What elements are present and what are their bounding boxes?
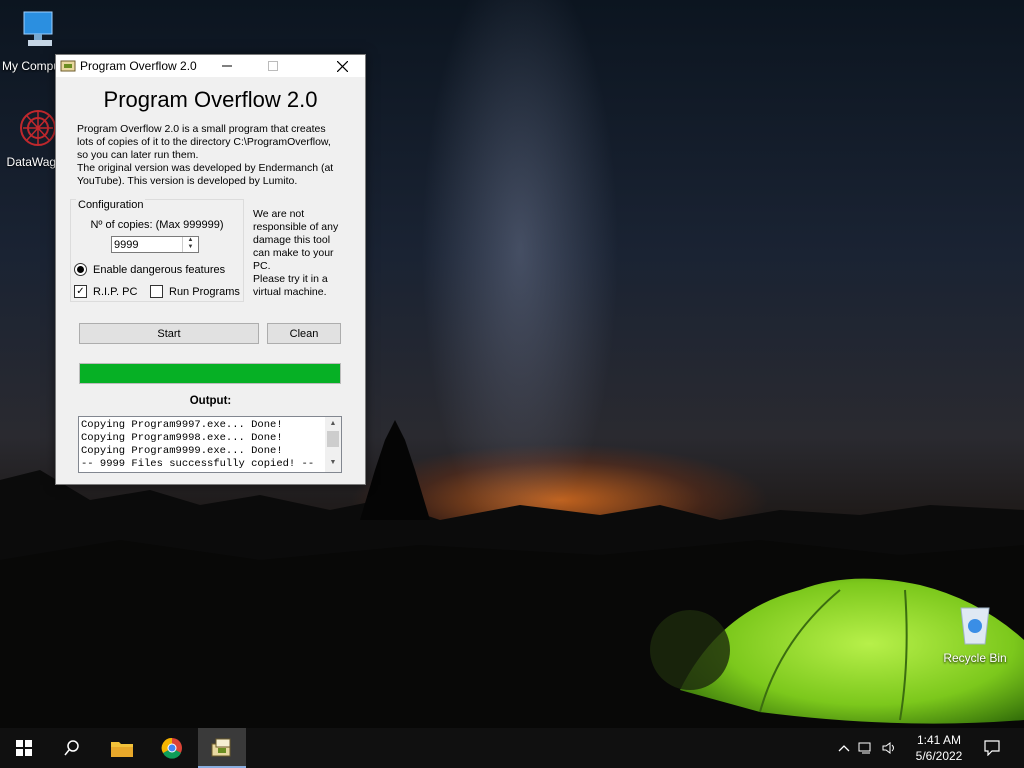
clock-time: 1:41 AM [916, 733, 962, 747]
run-programs-label: Run Programs [169, 285, 240, 298]
chevron-up-icon[interactable] [838, 743, 850, 753]
app-description: Program Overflow 2.0 is a small program … [77, 123, 357, 188]
description-line: Program Overflow 2.0 is a small program … [77, 123, 326, 135]
dangerous-features-label: Enable dangerous features [93, 263, 226, 276]
output-label: Output: [189, 395, 232, 407]
maximize-icon [268, 61, 278, 71]
app-icon [60, 60, 76, 72]
search-button[interactable] [48, 728, 96, 768]
radio-indicator[interactable] [74, 263, 87, 276]
copies-stepper[interactable]: ▲ ▼ [111, 236, 199, 253]
window-titlebar[interactable]: Program Overflow 2.0 [56, 55, 365, 77]
description-line: lots of copies of it to the directory C:… [77, 136, 331, 148]
disclaimer-line: virtual machine. [253, 286, 327, 298]
rip-pc-checkbox[interactable]: ✓ R.I.P. PC [74, 285, 137, 298]
configuration-legend: Configuration [76, 199, 146, 211]
file-explorer-icon [111, 742, 133, 757]
program-overflow-icon [211, 738, 231, 757]
desktop-icon-label: Recycle Bin [943, 651, 1007, 665]
datawagon-icon [20, 110, 56, 146]
volume-icon[interactable] [882, 741, 898, 755]
output-log[interactable]: Copying Program9997.exe... Done! Copying… [78, 416, 342, 473]
copies-label: Nº of copies: (Max 999999) [90, 219, 224, 231]
output-line: Copying Program9998.exe... Done! [81, 432, 283, 444]
close-icon [336, 60, 348, 72]
dangerous-features-radio[interactable]: Enable dangerous features [74, 263, 225, 276]
disclaimer-line: responsible of any [253, 221, 339, 233]
taskbar: 1:41 AM 5/6/2022 [0, 728, 1024, 768]
description-line: YouTube). This version is developed by L… [77, 175, 298, 187]
stepper-down-icon[interactable]: ▼ [183, 244, 198, 251]
disclaimer-text: We are not responsible of any damage thi… [253, 208, 353, 299]
chrome-icon [161, 737, 182, 759]
output-line: -- 9999 Files successfully copied! -- [81, 458, 315, 470]
computer-icon [23, 11, 53, 46]
checkbox-indicator[interactable] [150, 285, 163, 298]
copies-input[interactable] [112, 237, 186, 252]
minimize-icon [222, 65, 232, 67]
notification-icon [984, 740, 1000, 756]
close-button[interactable] [319, 55, 365, 77]
run-programs-checkbox[interactable]: Run Programs [150, 285, 240, 298]
scroll-up-icon[interactable]: ▲ [325, 417, 341, 431]
minimize-button[interactable] [204, 55, 250, 77]
notifications-button[interactable] [970, 728, 1014, 768]
rip-pc-label: R.I.P. PC [93, 285, 138, 298]
taskbar-clock[interactable]: 1:41 AM 5/6/2022 [908, 732, 970, 764]
start-icon [16, 740, 32, 756]
program-overflow-window: Program Overflow 2.0 Program Overflow 2.… [55, 54, 366, 485]
system-tray [838, 728, 898, 768]
output-scrollbar[interactable]: ▲ ▼ [325, 417, 341, 472]
desktop-icon-recycle-bin[interactable]: Recycle Bin [937, 602, 1013, 665]
clock-date: 5/6/2022 [915, 749, 963, 763]
file-explorer-button[interactable] [98, 728, 146, 768]
scroll-down-icon[interactable]: ▼ [325, 456, 341, 470]
window-title: Program Overflow 2.0 [80, 59, 197, 73]
scroll-thumb[interactable] [327, 431, 339, 447]
stepper-up-icon[interactable]: ▲ [183, 237, 198, 244]
disclaimer-line: damage this tool [253, 234, 331, 246]
disclaimer-line: PC. [253, 260, 271, 272]
output-line: Copying Program9999.exe... Done! [81, 445, 283, 457]
disclaimer-line: can make to your [253, 247, 334, 259]
start-button[interactable]: Start [79, 323, 259, 344]
recycle-bin-icon [960, 607, 990, 645]
maximize-button[interactable] [250, 55, 296, 77]
clean-button[interactable]: Clean [267, 323, 341, 344]
output-line: Copying Program9997.exe... Done! [81, 419, 283, 431]
disclaimer-line: Please try it in a [253, 273, 328, 285]
stepper-arrows[interactable]: ▲ ▼ [182, 237, 198, 252]
disclaimer-line: We are not [253, 208, 305, 220]
progress-fill [80, 364, 340, 383]
app-heading: Program Overflow 2.0 [103, 87, 318, 112]
program-overflow-taskbar-button[interactable] [198, 728, 246, 768]
chrome-button[interactable] [148, 728, 196, 768]
description-line: so you can later run them. [77, 149, 199, 161]
description-line: The original version was developed by En… [77, 162, 334, 174]
progress-bar [79, 363, 341, 384]
search-icon [64, 740, 79, 756]
network-icon[interactable] [858, 741, 874, 755]
checkbox-indicator[interactable]: ✓ [74, 285, 87, 298]
start-button[interactable] [0, 728, 48, 768]
